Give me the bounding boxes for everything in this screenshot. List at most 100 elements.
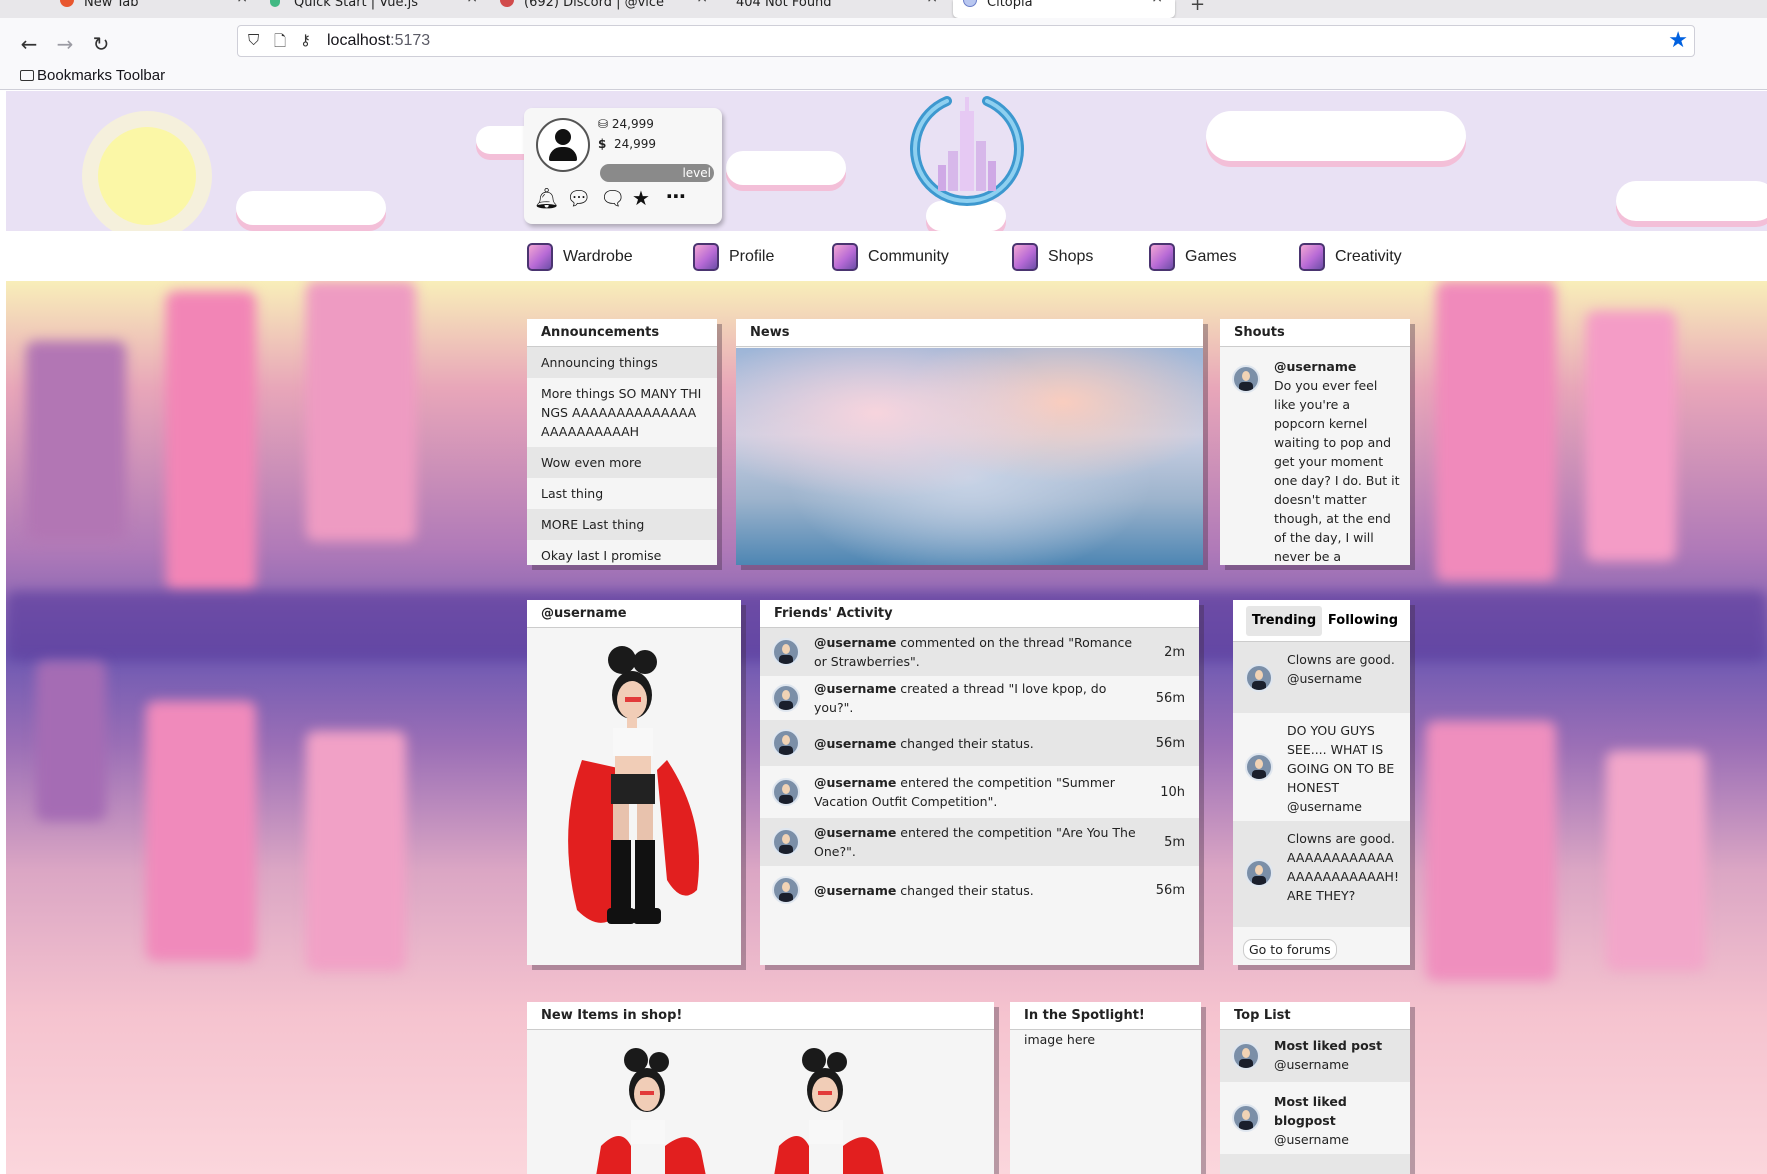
user-avatar-icon[interactable] — [1232, 1042, 1260, 1070]
user-avatar-icon[interactable] — [1245, 664, 1273, 692]
user-avatar-icon[interactable] — [772, 828, 800, 856]
forums-panel: Trending Following Clowns are good. @use… — [1233, 600, 1410, 965]
forum-thread-item[interactable]: Clowns are good. @username — [1233, 642, 1410, 713]
user-avatar-icon[interactable] — [772, 684, 800, 712]
top-list-item-user[interactable]: @username — [1274, 1055, 1400, 1074]
notifications-bell-icon[interactable]: 🔔︎ — [534, 186, 559, 210]
top-list-item[interactable]: Most liked post @username — [1220, 1030, 1410, 1082]
tab-404[interactable]: 404 Not Found × — [700, 0, 950, 18]
spotlight-image-placeholder: image here — [1024, 1032, 1096, 1047]
announcement-item[interactable]: MORE Last thing — [527, 509, 717, 540]
profile-username[interactable]: @username — [527, 600, 741, 628]
activity-item[interactable]: @username created a thread "I love kpop,… — [760, 676, 1199, 720]
nav-wardrobe[interactable]: Wardrobe — [527, 241, 633, 273]
activity-user[interactable]: @username — [814, 736, 896, 751]
page-icon[interactable]: 🗋 — [274, 31, 286, 56]
go-to-forums-button[interactable]: Go to forums — [1243, 939, 1337, 960]
reload-icon[interactable]: ↻ — [86, 29, 116, 59]
news-image[interactable] — [736, 348, 1203, 565]
user-avatar-icon[interactable] — [1245, 859, 1273, 887]
favorites-star-icon[interactable]: ★ — [632, 186, 650, 210]
user-avatar-icon[interactable] — [1232, 1104, 1260, 1132]
announcements-panel: Announcements Announcing things More thi… — [527, 319, 717, 565]
activity-item[interactable]: @username changed their status. 56m — [760, 866, 1199, 914]
user-avatar-icon[interactable] — [772, 729, 800, 757]
forward-icon[interactable]: → — [50, 29, 80, 59]
cash-value: 24,999 — [614, 137, 656, 151]
user-avatar-icon[interactable] — [772, 876, 800, 904]
tab-new-tab[interactable]: New Tab × — [50, 0, 260, 18]
close-tab-icon[interactable]: × — [466, 0, 478, 5]
user-avatar-icon[interactable] — [772, 778, 800, 806]
tab-following[interactable]: Following — [1325, 606, 1401, 636]
activity-user[interactable]: @username — [814, 681, 896, 696]
top-list-item[interactable]: Most liked blogpost @username — [1220, 1082, 1410, 1154]
close-tab-icon[interactable]: × — [236, 0, 248, 5]
announcement-item[interactable]: Wow even more — [527, 447, 717, 478]
new-tab-icon[interactable]: + — [1190, 0, 1205, 15]
globe-icon — [963, 0, 977, 7]
activity-item[interactable]: @username entered the competition "Are Y… — [760, 818, 1199, 866]
bookmark-star-icon[interactable]: ★ — [1668, 28, 1688, 53]
activity-item[interactable]: @username commented on the thread "Roman… — [760, 628, 1199, 676]
more-options-icon[interactable]: ⋯ — [666, 184, 686, 208]
nav-shops[interactable]: Shops — [1012, 241, 1093, 273]
nav-community[interactable]: Community — [832, 241, 949, 273]
announcement-item[interactable]: Okay last I promise — [527, 540, 717, 565]
thread-user[interactable]: @username — [1287, 669, 1400, 688]
shop-item-doll[interactable] — [769, 1046, 889, 1174]
cloud — [236, 191, 386, 225]
close-tab-icon[interactable]: × — [1151, 0, 1163, 5]
tab-discord[interactable]: (692) Discord | @vice × — [490, 0, 720, 18]
activity-item[interactable]: @username entered the competition "Summe… — [760, 766, 1199, 818]
shout-username[interactable]: @username — [1274, 357, 1402, 376]
address-bar[interactable]: ⛉ 🗋 ⚷ localhost:5173 ★ — [237, 25, 1695, 57]
activity-text: changed their status. — [896, 882, 1034, 898]
top-list-item-user[interactable]: @username — [1274, 1130, 1400, 1149]
nav-games[interactable]: Games — [1149, 241, 1237, 273]
activity-item[interactable]: @username changed their status. 56m — [760, 720, 1199, 766]
activity-user[interactable]: @username — [814, 635, 896, 650]
citopia-page: ⛁ 24,999 $ 24,999 level 🔔︎ 💬︎ 🗨︎ ★ ⋯ War… — [6, 91, 1767, 1174]
announcement-item[interactable]: Announcing things — [527, 347, 717, 378]
shout-entry: @username Do you ever feel like you're a… — [1274, 357, 1402, 565]
shop-item-doll[interactable] — [591, 1046, 711, 1174]
tab-citopia[interactable]: Citopia × — [953, 0, 1175, 18]
nav-label: Games — [1185, 248, 1237, 265]
tab-vue[interactable]: Quick Start | Vue.js × — [260, 0, 490, 18]
forum-thread-item[interactable]: DO YOU GUYS SEE.... WHAT IS GOING ON TO … — [1233, 713, 1410, 821]
key-icon[interactable]: ⚷ — [300, 31, 311, 49]
profile-panel: @username — [527, 600, 741, 965]
tab-title: (692) Discord | @vice — [524, 0, 665, 10]
tab-trending[interactable]: Trending — [1246, 606, 1322, 636]
messages-chat-icon[interactable]: 💬︎ — [566, 186, 591, 210]
community-icon — [832, 243, 858, 271]
activity-user[interactable]: @username — [814, 825, 896, 840]
thread-title: Clowns are good. — [1287, 652, 1395, 667]
tab-title: 404 Not Found — [736, 0, 832, 10]
avatar-doll[interactable] — [547, 640, 717, 940]
games-icon — [1149, 243, 1175, 271]
nav-creativity[interactable]: Creativity — [1299, 241, 1402, 273]
activity-user[interactable]: @username — [814, 775, 896, 790]
citopia-logo[interactable] — [902, 91, 1032, 207]
bookmarks-toolbar[interactable]: Bookmarks Toolbar — [20, 67, 165, 84]
user-avatar-icon[interactable] — [1245, 753, 1273, 781]
close-tab-icon[interactable]: × — [926, 0, 938, 5]
nav-profile[interactable]: Profile — [693, 241, 774, 273]
vue-icon — [270, 0, 280, 7]
user-avatar-icon[interactable] — [536, 118, 590, 172]
user-avatar-icon[interactable] — [1232, 365, 1260, 393]
thread-user[interactable]: @username — [1287, 797, 1400, 816]
forum-thread-item[interactable]: Clowns are good. AAAAAAAAAAAAAAAAAAAAAAA… — [1233, 821, 1410, 927]
announcement-item[interactable]: Last thing — [527, 478, 717, 509]
wardrobe-icon — [527, 243, 553, 271]
shield-icon[interactable]: ⛉ — [248, 31, 259, 49]
announcement-item[interactable]: More things SO MANY THINGS AAAAAAAAAAAAA… — [527, 378, 717, 447]
shop-panel: New Items in shop! — [527, 1002, 994, 1174]
user-avatar-icon[interactable] — [772, 638, 800, 666]
back-icon[interactable]: ← — [14, 29, 44, 59]
top-list-item[interactable] — [1220, 1154, 1410, 1174]
forum-icon[interactable]: 🗨︎ — [600, 186, 625, 210]
activity-user[interactable]: @username — [814, 883, 896, 898]
